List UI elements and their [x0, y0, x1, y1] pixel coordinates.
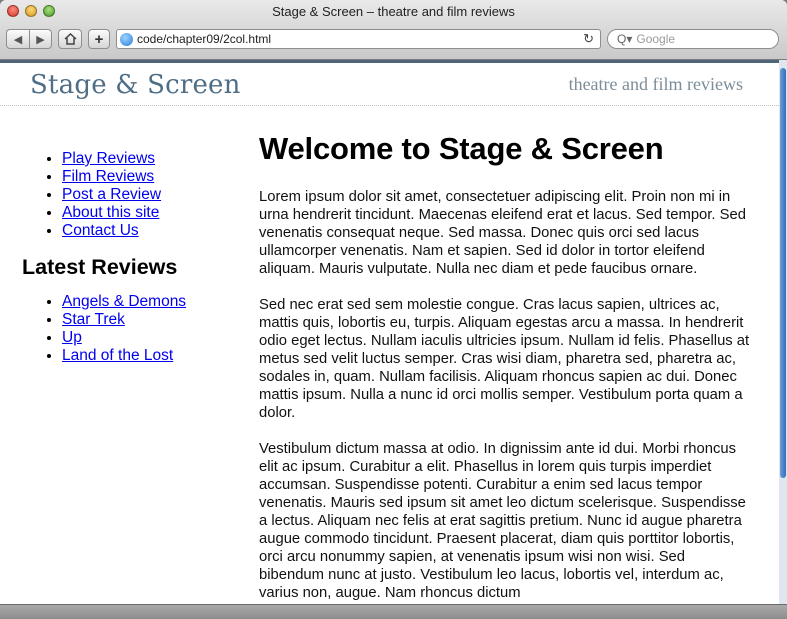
nav-link-play-reviews[interactable]: Play Reviews [62, 150, 155, 167]
page-viewport[interactable]: Stage & Screen theatre and film reviews … [0, 60, 779, 605]
nav-link-post-review[interactable]: Post a Review [62, 186, 161, 203]
body-paragraph: Vestibulum dictum massa at odio. In dign… [259, 441, 746, 601]
nav-buttons: ◀ ▶ [6, 29, 52, 49]
address-text: code/chapter09/2col.html [137, 32, 272, 46]
address-bar[interactable]: code/chapter09/2col.html ↻ [116, 29, 601, 49]
review-link-angels-demons[interactable]: Angels & Demons [62, 293, 186, 310]
forward-button[interactable]: ▶ [29, 29, 52, 49]
browser-toolbar: ◀ ▶ + code/chapter09/2col.html ↻ Q▾ Goog… [6, 27, 779, 51]
page-heading: Welcome to Stage & Screen [259, 131, 664, 166]
search-icon: Q▾ [617, 32, 633, 46]
nav-item: Film Reviews [62, 168, 222, 186]
title-bar: Stage & Screen – theatre and film review… [0, 0, 787, 60]
sidebar: Play Reviews Film Reviews Post a Review … [22, 150, 222, 365]
review-item: Up [62, 329, 222, 347]
site-title: Stage & Screen [30, 70, 241, 100]
main-content: Welcome to Stage & Screen Lorem ipsum do… [259, 130, 754, 605]
reload-icon[interactable]: ↻ [583, 31, 594, 47]
scrollbar-thumb[interactable] [780, 68, 786, 478]
site-header: Stage & Screen theatre and film reviews [0, 60, 779, 106]
review-link-up[interactable]: Up [62, 329, 82, 346]
nav-link-about[interactable]: About this site [62, 204, 159, 221]
vertical-scrollbar[interactable] [779, 60, 787, 605]
home-button[interactable] [58, 29, 82, 49]
review-item: Angels & Demons [62, 293, 222, 311]
latest-reviews-list: Angels & Demons Star Trek Up Land of the… [22, 293, 222, 365]
nav-item: Post a Review [62, 186, 222, 204]
home-icon [63, 33, 77, 45]
site-tagline: theatre and film reviews [568, 74, 743, 94]
review-item: Land of the Lost [62, 347, 222, 365]
review-link-star-trek[interactable]: Star Trek [62, 311, 125, 328]
nav-item: About this site [62, 204, 222, 222]
nav-list: Play Reviews Film Reviews Post a Review … [22, 150, 222, 240]
nav-link-film-reviews[interactable]: Film Reviews [62, 168, 154, 185]
review-link-land-of-the-lost[interactable]: Land of the Lost [62, 347, 173, 364]
nav-link-contact[interactable]: Contact Us [62, 222, 139, 239]
body-paragraph: Sed nec erat sed sem molestie congue. Cr… [259, 297, 750, 421]
nav-item: Play Reviews [62, 150, 222, 168]
latest-reviews-heading: Latest Reviews [22, 255, 178, 279]
browser-window: Stage & Screen – theatre and film review… [0, 0, 787, 619]
back-arrow-icon: ◀ [13, 33, 23, 46]
body-paragraph: Lorem ipsum dolor sit amet, consectetuer… [259, 189, 746, 277]
plus-icon: + [94, 30, 104, 48]
forward-arrow-icon: ▶ [36, 33, 45, 46]
nav-item: Contact Us [62, 222, 222, 240]
window-title: Stage & Screen – theatre and film review… [272, 4, 515, 19]
search-placeholder: Google [636, 32, 676, 46]
back-button[interactable]: ◀ [6, 29, 29, 49]
status-bar [0, 604, 787, 619]
search-field[interactable]: Q▾ Google [607, 29, 779, 49]
add-bookmark-button[interactable]: + [88, 29, 110, 49]
review-item: Star Trek [62, 311, 222, 329]
globe-icon [120, 32, 133, 46]
